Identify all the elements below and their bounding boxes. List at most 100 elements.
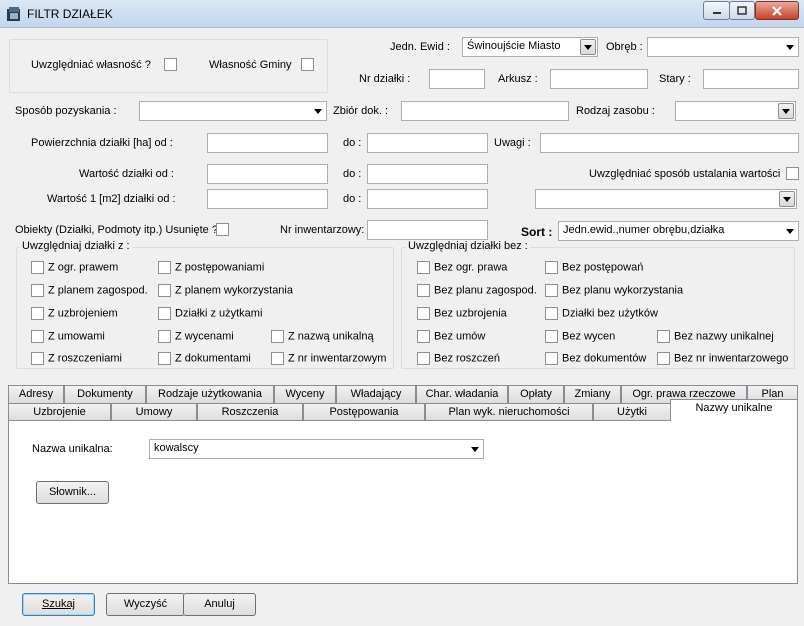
obreb-combo[interactable] bbox=[647, 37, 799, 57]
tab-wladajacy[interactable]: Władający bbox=[336, 385, 416, 403]
tab-umowy[interactable]: Umowy bbox=[111, 403, 197, 421]
tab-dokumenty[interactable]: Dokumenty bbox=[64, 385, 146, 403]
nazwa-combo[interactable]: kowalscy bbox=[149, 439, 484, 459]
sposob-ust-combo[interactable] bbox=[535, 189, 797, 209]
group-z-title: Uwzględniaj działki z : bbox=[20, 240, 132, 252]
bez-planu-zagospod[interactable]: Bez planu zagospod. bbox=[417, 284, 537, 297]
tab-adresy[interactable]: Adresy bbox=[8, 385, 64, 403]
wart-label: Wartość działki od : bbox=[79, 168, 174, 180]
wart1-do-input[interactable] bbox=[367, 189, 488, 209]
obiekty-checkbox[interactable] bbox=[216, 223, 229, 236]
maximize-icon bbox=[737, 6, 747, 15]
z-dokumentami[interactable]: Z dokumentami bbox=[158, 352, 251, 365]
arkusz-input[interactable] bbox=[550, 69, 648, 89]
dzialki-z-uzytkami[interactable]: Działki z użytkami bbox=[158, 307, 262, 320]
pow-do-input[interactable] bbox=[367, 133, 488, 153]
bez-planu-wykorzystania[interactable]: Bez planu wykorzystania bbox=[545, 284, 683, 297]
chevron-down-icon bbox=[786, 45, 794, 50]
minimize-icon bbox=[712, 11, 721, 14]
tab-nazwy-unikalne[interactable]: Nazwy unikalne bbox=[670, 399, 798, 421]
chevron-down-icon bbox=[783, 197, 791, 202]
close-icon bbox=[772, 5, 782, 16]
tab-roszczenia[interactable]: Roszczenia bbox=[197, 403, 303, 421]
sposob-combo[interactable] bbox=[139, 101, 327, 121]
chevron-down-icon bbox=[584, 45, 592, 50]
chevron-down-icon bbox=[782, 109, 790, 114]
sposob-ust-label: Uwzględniać sposób ustalania wartości bbox=[589, 168, 781, 180]
z-postepowaniami[interactable]: Z postępowaniami bbox=[158, 261, 264, 274]
tab-plan-wyk-nieruchomosci[interactable]: Plan wyk. nieruchomości bbox=[425, 403, 593, 421]
tab-postepowania[interactable]: Postępowania bbox=[303, 403, 425, 421]
bez-nazwy-unikalnej[interactable]: Bez nazwy unikalnej bbox=[657, 330, 774, 343]
stary-label: Stary : bbox=[659, 73, 691, 85]
nazwa-value: kowalscy bbox=[154, 442, 199, 454]
rodzaj-label: Rodzaj zasobu : bbox=[576, 105, 655, 117]
z-wycenami[interactable]: Z wycenami bbox=[158, 330, 234, 343]
obiekty-label: Obiekty (Działki, Podmoty itp.) Usunięte… bbox=[15, 224, 218, 236]
wart-do-label: do : bbox=[343, 168, 362, 180]
bez-wycen[interactable]: Bez wycen bbox=[545, 330, 615, 343]
tab-char-wladania[interactable]: Char. władania bbox=[416, 385, 508, 403]
close-button[interactable] bbox=[755, 1, 799, 20]
bez-ogr-prawa[interactable]: Bez ogr. prawa bbox=[417, 261, 507, 274]
chevron-down-icon bbox=[471, 447, 479, 452]
z-roszczeniami[interactable]: Z roszczeniami bbox=[31, 352, 122, 365]
wart1-label: Wartość 1 [m2] działki od : bbox=[47, 193, 176, 205]
tab-oplaty[interactable]: Opłaty bbox=[508, 385, 564, 403]
dialog-client: Uwzględniać własność ? Własność Gminy Je… bbox=[6, 29, 799, 623]
nr-dzialki-input[interactable] bbox=[429, 69, 485, 89]
pow-od-input[interactable] bbox=[207, 133, 328, 153]
zbior-input[interactable] bbox=[401, 101, 569, 121]
tab-uzytki[interactable]: Użytki bbox=[593, 403, 671, 421]
z-planem-wykorzystania[interactable]: Z planem wykorzystania bbox=[158, 284, 293, 297]
z-ogr-prawem[interactable]: Z ogr. prawem bbox=[31, 261, 118, 274]
wyczysc-button[interactable]: Wyczyść bbox=[106, 593, 185, 616]
szukaj-button[interactable]: Szukaj bbox=[22, 593, 95, 616]
wart1-od-input[interactable] bbox=[207, 189, 328, 209]
bez-nr-inwentarzowego[interactable]: Bez nr inwentarzowego bbox=[657, 352, 788, 365]
bez-postepowan[interactable]: Bez postępowań bbox=[545, 261, 643, 274]
bez-uzbrojenia[interactable]: Bez uzbrojenia bbox=[417, 307, 507, 320]
z-nazwa-unikalna[interactable]: Z nazwą unikalną bbox=[271, 330, 374, 343]
dzialki-bez-uzytkow[interactable]: Działki bez użytków bbox=[545, 307, 658, 320]
nr-dzialki-label: Nr działki : bbox=[359, 73, 411, 85]
own-checkbox[interactable] bbox=[164, 58, 177, 71]
own-label: Uwzględniać własność ? bbox=[31, 59, 151, 71]
minimize-button[interactable] bbox=[703, 1, 730, 20]
tab-rodzaje-uzytkowania[interactable]: Rodzaje użytkowania bbox=[146, 385, 274, 403]
jedn-value: Świnoujście Miasto bbox=[467, 40, 561, 52]
slownik-button[interactable]: Słownik... bbox=[36, 481, 109, 504]
wart-do-input[interactable] bbox=[367, 164, 488, 184]
z-uzbrojeniem[interactable]: Z uzbrojeniem bbox=[31, 307, 118, 320]
z-planem-zagospod[interactable]: Z planem zagospod. bbox=[31, 284, 148, 297]
sposob-label: Sposób pozyskania : bbox=[15, 105, 117, 117]
jedn-combo[interactable]: Świnoujście Miasto bbox=[462, 37, 598, 57]
anuluj-button[interactable]: Anuluj bbox=[183, 593, 256, 616]
window-title: FILTR DZIAŁEK bbox=[27, 7, 113, 21]
maximize-button[interactable] bbox=[729, 1, 755, 20]
bez-umow[interactable]: Bez umów bbox=[417, 330, 485, 343]
gmina-checkbox[interactable] bbox=[301, 58, 314, 71]
z-umowami[interactable]: Z umowami bbox=[31, 330, 105, 343]
zbior-label: Zbiór dok. : bbox=[333, 105, 389, 117]
sposob-ust-checkbox[interactable] bbox=[786, 167, 799, 180]
obreb-label: Obręb : bbox=[606, 41, 643, 53]
bez-dokumentow[interactable]: Bez dokumentów bbox=[545, 352, 646, 365]
chevron-down-icon bbox=[786, 229, 794, 234]
tab-uzbrojenie[interactable]: Uzbrojenie bbox=[8, 403, 111, 421]
sort-combo[interactable]: Jedn.ewid.,numer obrębu,działka bbox=[558, 221, 799, 241]
rodzaj-combo[interactable] bbox=[675, 101, 796, 121]
tab-wyceny[interactable]: Wyceny bbox=[274, 385, 336, 403]
tab-panel: Nazwa unikalna: kowalscy Słownik... bbox=[8, 420, 798, 584]
pow-do-label: do : bbox=[343, 137, 362, 149]
z-nr-inwentarzowym[interactable]: Z nr inwentarzowym bbox=[271, 352, 386, 365]
group-bez-title: Uwzględniaj działki bez : bbox=[406, 240, 530, 252]
bez-roszczen[interactable]: Bez roszczeń bbox=[417, 352, 500, 365]
wart-od-input[interactable] bbox=[207, 164, 328, 184]
nrinw-input[interactable] bbox=[367, 220, 488, 240]
title-bar: FILTR DZIAŁEK bbox=[0, 0, 804, 28]
arkusz-label: Arkusz : bbox=[498, 73, 538, 85]
tab-zmiany[interactable]: Zmiany bbox=[564, 385, 621, 403]
stary-input[interactable] bbox=[703, 69, 799, 89]
uwagi-input[interactable] bbox=[540, 133, 799, 153]
